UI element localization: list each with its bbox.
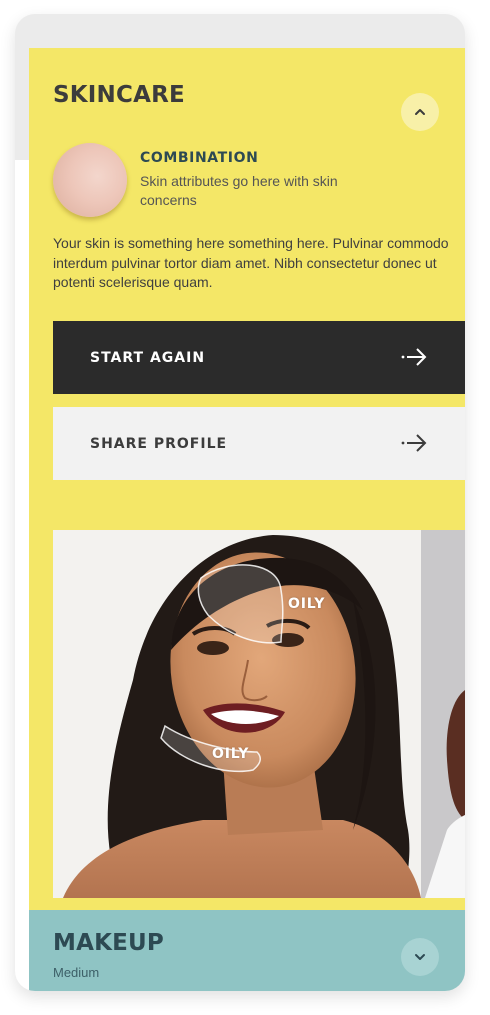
share-profile-button[interactable]: SHARE PROFILE — [53, 407, 465, 480]
portrait-illustration — [53, 530, 465, 898]
chevron-up-icon — [415, 109, 425, 115]
skin-attributes-text: Skin attributes go here with skin concer… — [140, 173, 338, 208]
start-again-button[interactable]: START AGAIN — [53, 321, 465, 394]
makeup-expand-button[interactable] — [401, 938, 439, 976]
arrow-right-icon — [401, 434, 427, 452]
background-strip — [15, 160, 29, 990]
face-analysis-photo: OILY OILY — [53, 530, 465, 898]
skin-type-label: COMBINATION — [140, 150, 259, 166]
phone-frame: SKINCARE COMBINATION Skin attributes go … — [15, 14, 465, 991]
skincare-panel: SKINCARE COMBINATION Skin attributes go … — [29, 48, 465, 910]
oily-zone-label-chin: OILY — [212, 746, 250, 762]
makeup-panel[interactable]: MAKEUP Medium — [29, 910, 465, 991]
makeup-subtitle: Medium — [53, 965, 100, 980]
skincare-collapse-button[interactable] — [401, 93, 439, 131]
skincare-title: SKINCARE — [53, 82, 185, 108]
share-profile-label: SHARE PROFILE — [90, 435, 228, 452]
oily-zone-label-forehead: OILY — [288, 596, 326, 612]
start-again-label: START AGAIN — [90, 349, 206, 366]
makeup-title: MAKEUP — [53, 930, 164, 956]
skin-tone-swatch — [53, 143, 127, 217]
chevron-down-icon — [415, 954, 425, 960]
skin-description: Your skin is something here something he… — [53, 235, 449, 290]
arrow-right-icon — [401, 348, 427, 366]
